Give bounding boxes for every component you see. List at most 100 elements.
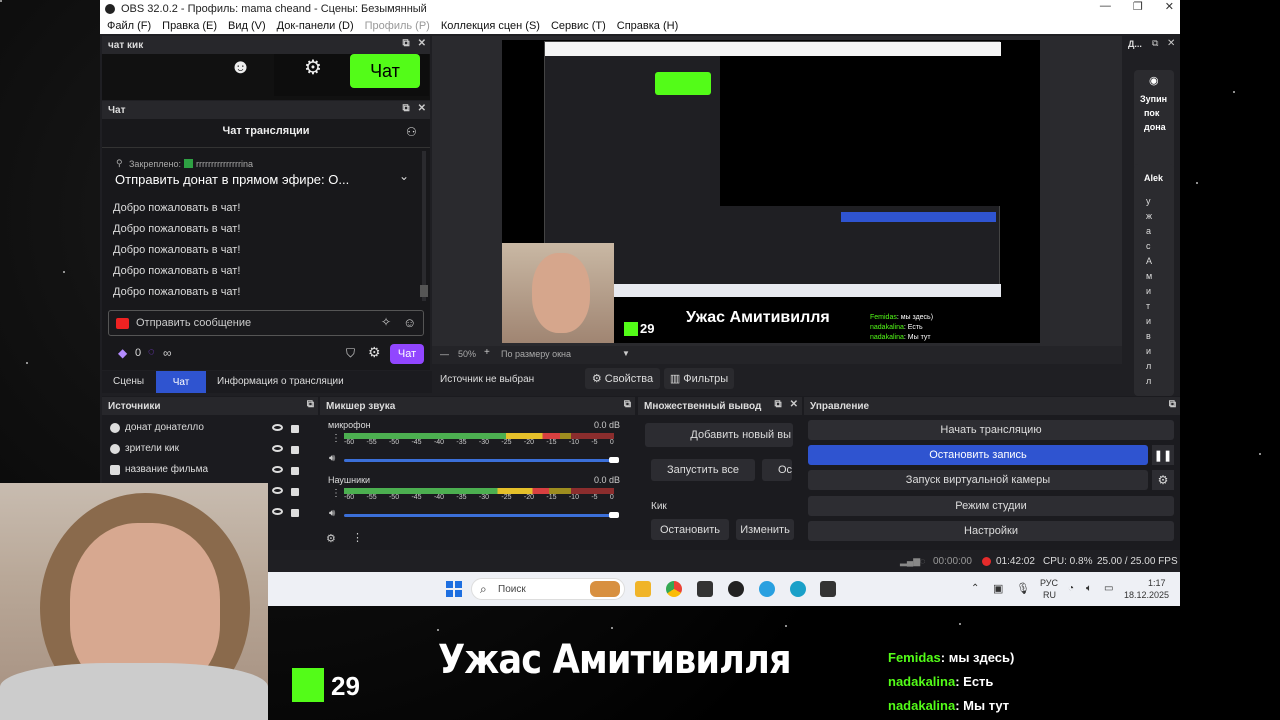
volume-slider-knob[interactable] (609, 457, 619, 463)
volume-slider[interactable] (344, 459, 614, 462)
edit-output-button[interactable]: Изменить (736, 519, 794, 540)
volume-slider[interactable] (344, 514, 614, 517)
maximize-button[interactable]: ❐ (1133, 0, 1143, 13)
more-options-icon[interactable]: ⋮ (331, 488, 341, 499)
wifi-icon[interactable]: ◔ (1068, 583, 1074, 594)
tray-chevron-icon[interactable]: ⌃ (971, 583, 979, 594)
stop-recording-button[interactable]: Остановить запись (808, 445, 1148, 465)
visibility-eye-icon[interactable] (272, 466, 283, 473)
menu-docks[interactable]: Док-панели (D) (277, 20, 354, 32)
source-item[interactable]: донат донателло (110, 422, 204, 433)
microphone-icon[interactable]: 🎙︎ (1016, 582, 1030, 595)
tab-scenes[interactable]: Сцены (113, 376, 144, 387)
terminal-icon[interactable] (820, 581, 836, 597)
menu-edit[interactable]: Правка (E) (162, 20, 217, 32)
lock-icon[interactable] (291, 467, 299, 475)
clock-date[interactable]: 18.12.2025 (1124, 590, 1169, 600)
virtual-camera-settings-icon[interactable]: ⚙ (1152, 470, 1174, 490)
gear-icon[interactable]: ⚙ (304, 55, 322, 80)
close-icon[interactable]: ✕ (1167, 38, 1175, 49)
display-icon[interactable]: ▣ (993, 582, 1003, 595)
float-icon[interactable]: ⧉ (307, 399, 314, 410)
obs-taskbar-icon[interactable] (728, 581, 744, 597)
users-icon[interactable]: ⚇ (406, 125, 417, 139)
filters-button[interactable]: ▥ Фильтры (664, 368, 734, 389)
pinned-message[interactable]: Отправить донат в прямом эфире: О... (115, 172, 349, 187)
more-options-icon[interactable]: ⋮ (331, 433, 341, 444)
volume-icon[interactable]: 🔈︎ (1086, 583, 1092, 594)
tab-chat[interactable]: Чат (156, 371, 206, 393)
source-item[interactable]: зрители кик (110, 443, 179, 454)
emoji-icon[interactable]: ☻ (230, 56, 251, 79)
lock-icon[interactable] (291, 509, 299, 517)
clock-time[interactable]: 1:17 (1148, 578, 1166, 588)
stop-output-button[interactable]: Остановить (651, 519, 729, 540)
speaker-icon[interactable]: 🔊︎ (329, 453, 335, 464)
menu-view[interactable]: Вид (V) (228, 20, 266, 32)
edge-icon[interactable] (790, 581, 806, 597)
add-new-output-button[interactable]: Добавить новый вы (645, 423, 793, 447)
battery-icon[interactable]: ▭ (1104, 583, 1113, 594)
chat-settings-icon[interactable]: ⚙ (368, 344, 381, 361)
start-virtual-camera-button[interactable]: Запуск виртуальной камеры (808, 470, 1148, 490)
visibility-eye-icon[interactable] (272, 508, 283, 515)
scrollbar[interactable] (422, 151, 426, 301)
lang-indicator-sub[interactable]: RU (1043, 590, 1056, 600)
source-item[interactable]: название фильма (110, 464, 208, 475)
volume-slider-knob[interactable] (609, 512, 619, 518)
float-icon[interactable]: ⧉ (1152, 38, 1158, 49)
minimize-button[interactable]: — (1100, 0, 1111, 13)
zoom-in-button[interactable]: + (484, 347, 490, 358)
float-icon[interactable]: ⧉ (402, 38, 409, 49)
close-icon[interactable]: ✕ (418, 38, 426, 49)
menu-scene-collection[interactable]: Коллекция сцен (S) (441, 20, 540, 32)
send-chat-button[interactable]: Чат (390, 344, 424, 364)
studio-mode-button[interactable]: Режим студии (808, 496, 1174, 516)
float-icon[interactable]: ⧉ (624, 399, 631, 410)
settings-button[interactable]: Настройки (808, 521, 1174, 541)
close-button[interactable]: ✕ (1165, 0, 1174, 13)
kick-chat-button[interactable]: Чат (350, 54, 420, 88)
start-streaming-button[interactable]: Начать трансляцию (808, 420, 1174, 440)
close-icon[interactable]: ✕ (418, 103, 426, 114)
right-dock-stop-card[interactable]: ◉ Зупин пок дона (1134, 70, 1174, 174)
telegram-icon[interactable] (759, 581, 775, 597)
chat-input[interactable]: Отправить сообщение ✧ ☺ (108, 310, 424, 336)
taskbar-search[interactable]: ⌕ Поиск (471, 578, 625, 600)
visibility-eye-icon[interactable] (272, 487, 283, 494)
close-icon[interactable]: ✕ (790, 399, 798, 410)
float-icon[interactable]: ⧉ (774, 399, 781, 410)
menu-profile[interactable]: Профиль (P) (365, 20, 430, 32)
magic-icon[interactable]: ✧ (381, 315, 391, 329)
float-icon[interactable]: ⧉ (402, 103, 409, 114)
program-preview[interactable]: 29 Ужас Амитивилля Femidas: мы здесь) na… (502, 40, 1040, 343)
stop-all-button[interactable]: Ост (762, 459, 792, 481)
properties-button[interactable]: ⚙ Свойства (585, 368, 660, 389)
lang-indicator[interactable]: РУС (1040, 578, 1058, 588)
chrome-icon[interactable] (666, 581, 682, 597)
speaker-icon[interactable]: 🔊︎ (329, 508, 335, 519)
dropdown-arrow-icon[interactable]: ▼ (622, 349, 630, 358)
start-all-button[interactable]: Запустить все (651, 459, 755, 481)
menu-file[interactable]: Файл (F) (107, 20, 151, 32)
start-icon[interactable] (446, 581, 462, 597)
visibility-eye-icon[interactable] (272, 445, 283, 452)
scrollbar-thumb[interactable] (420, 285, 428, 297)
lock-icon[interactable] (291, 488, 299, 496)
advanced-audio-icon[interactable]: ⚙ (326, 532, 336, 545)
app-icon[interactable] (697, 581, 713, 597)
pause-recording-icon[interactable]: ❚❚ (1152, 445, 1174, 465)
lock-icon[interactable] (291, 446, 299, 454)
mixer-menu-icon[interactable]: ⋮ (352, 531, 363, 544)
chevron-down-icon[interactable]: ⌄ (399, 169, 409, 183)
lock-icon[interactable] (291, 425, 299, 433)
menu-tools[interactable]: Сервис (T) (551, 20, 606, 32)
smiley-icon[interactable]: ☺ (403, 315, 416, 330)
zoom-out-button[interactable]: — (440, 349, 449, 359)
tab-stream-info[interactable]: Информация о трансляции (217, 376, 344, 387)
menu-help[interactable]: Справка (H) (617, 20, 678, 32)
shield-icon[interactable]: ⛉ (346, 346, 355, 361)
visibility-eye-icon[interactable] (272, 424, 283, 431)
float-icon[interactable]: ⧉ (1169, 399, 1176, 410)
file-explorer-icon[interactable] (635, 581, 651, 597)
